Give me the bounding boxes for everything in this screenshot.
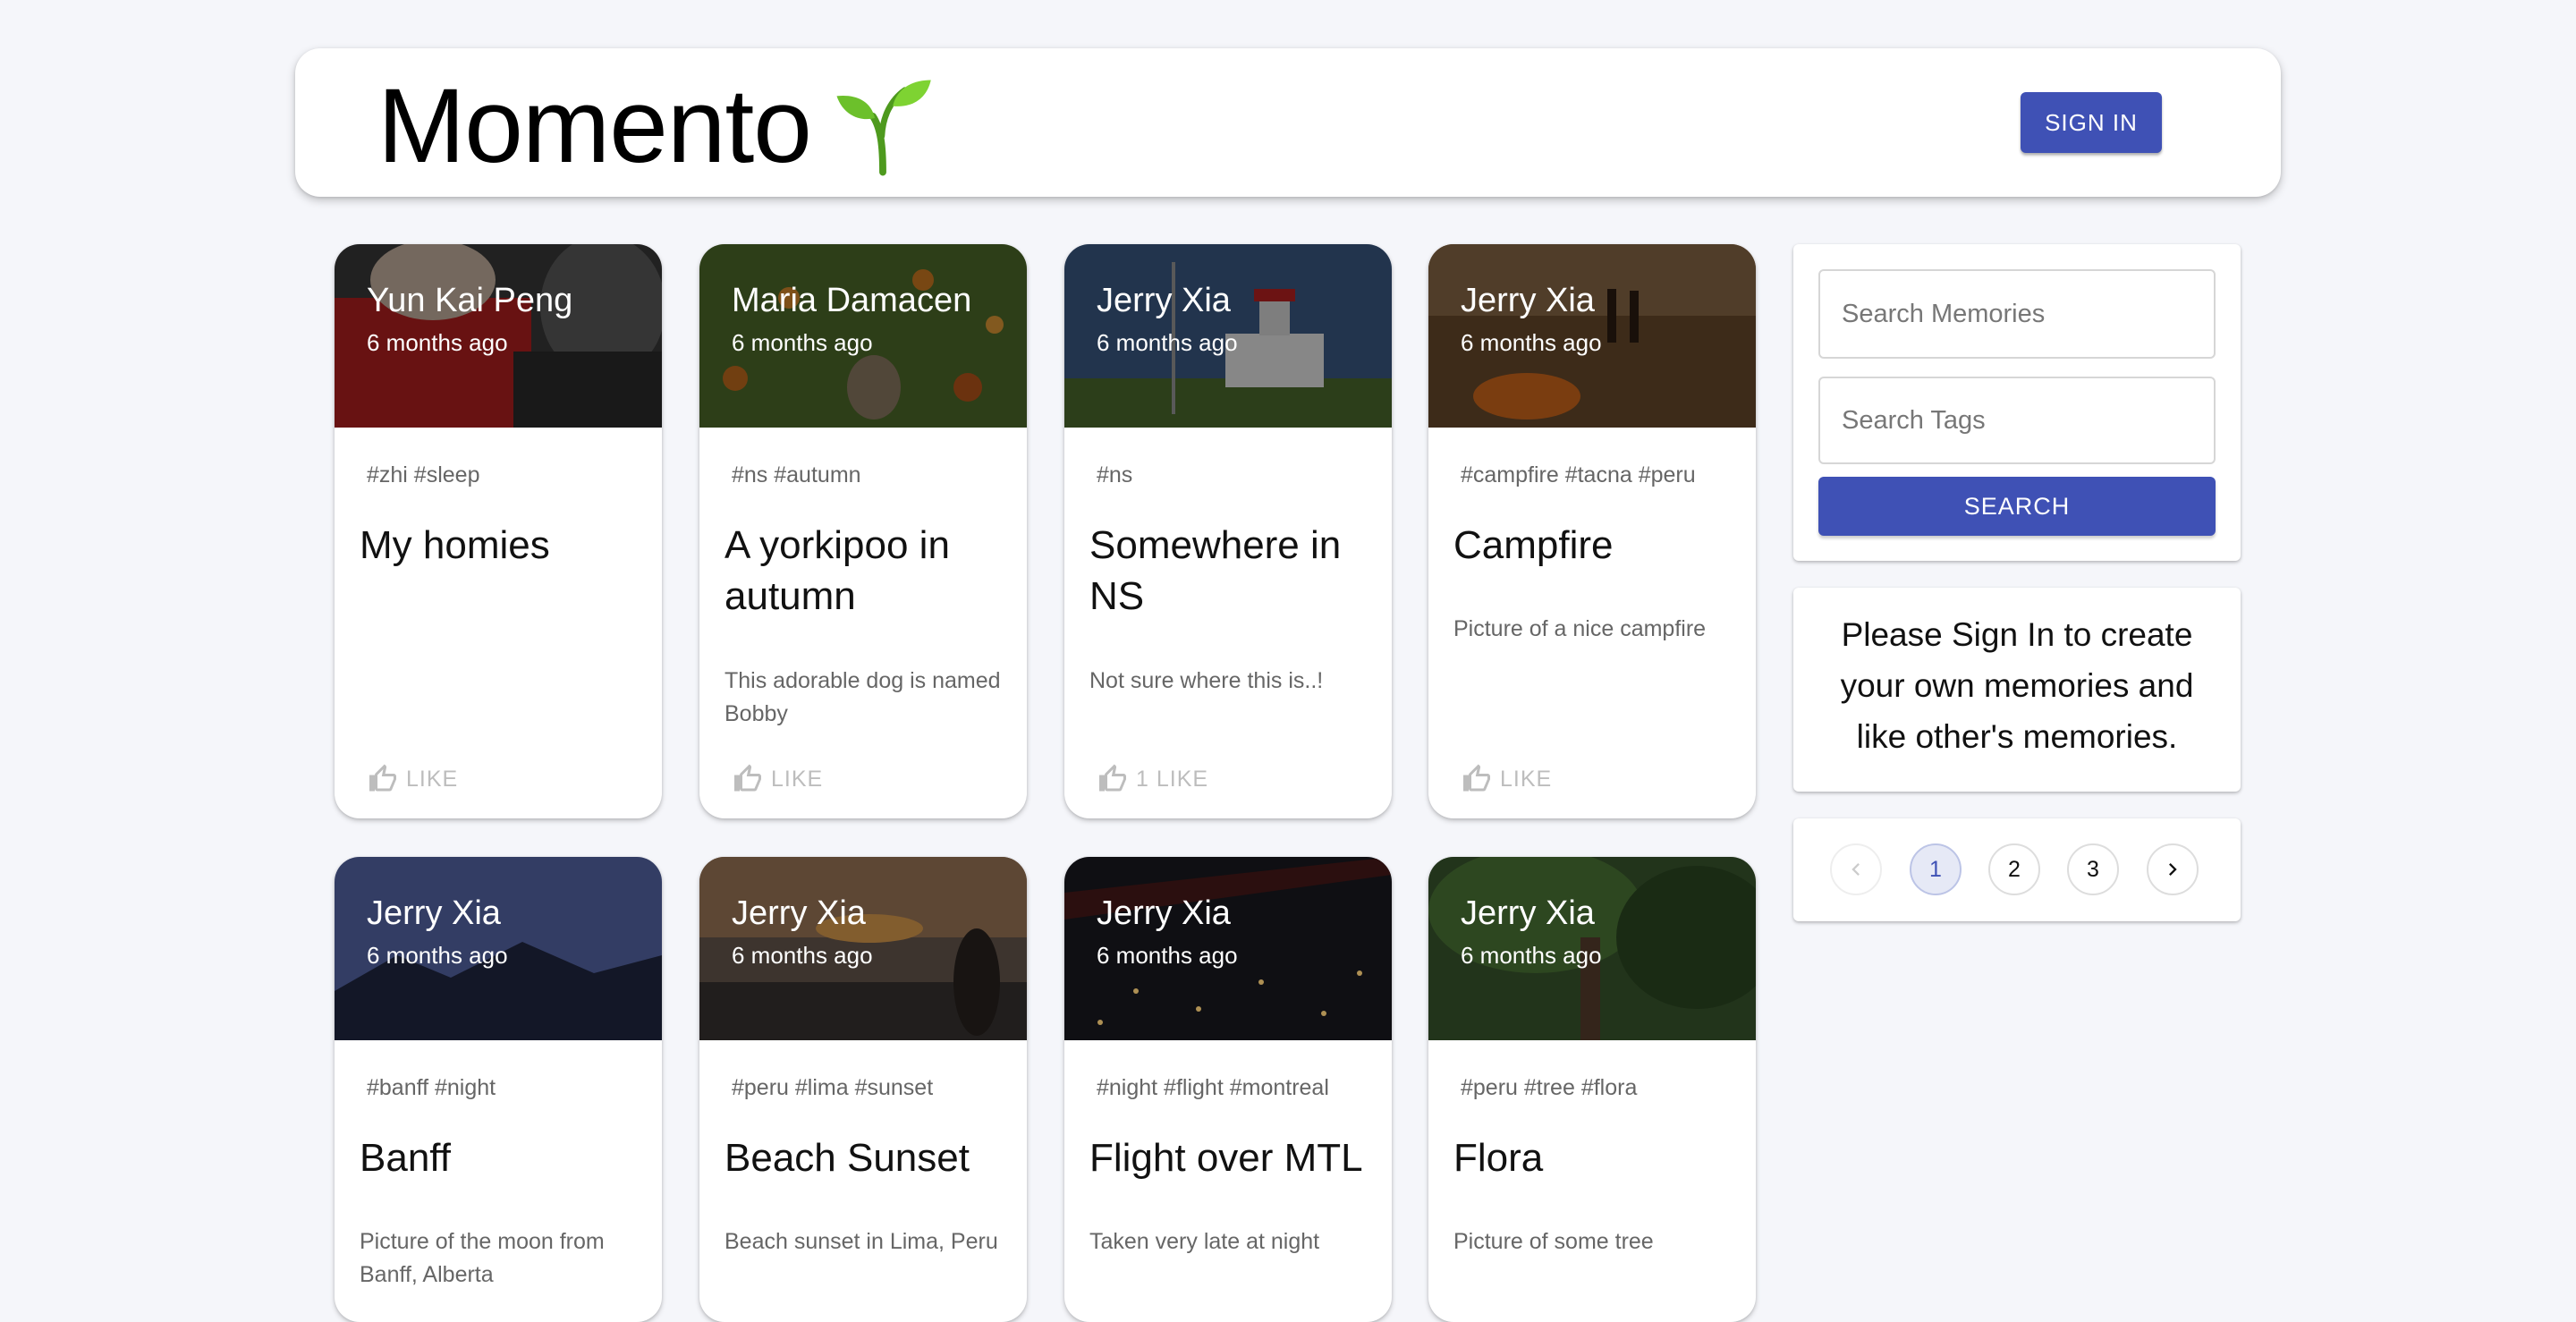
card-creator: Yun Kai Peng <box>367 282 573 319</box>
card-creator: Jerry Xia <box>1097 894 1231 932</box>
card-tags: #peru #lima #sunset <box>732 1075 934 1100</box>
memory-card[interactable]: Jerry Xia 6 months ago #ns Somewhere in … <box>1064 244 1392 818</box>
search-memories-input[interactable] <box>1818 269 2216 359</box>
memory-card[interactable]: Yun Kai Peng 6 months ago #zhi #sleep My… <box>335 244 662 818</box>
card-creator: Jerry Xia <box>1461 282 1595 319</box>
card-creator: Jerry Xia <box>367 894 501 932</box>
like-button[interactable]: LIKE <box>1461 763 1552 795</box>
like-button[interactable]: LIKE <box>732 763 823 795</box>
card-message: Picture of the moon from Banff, Alberta <box>360 1229 605 1287</box>
previous-page-button[interactable] <box>1830 843 1882 895</box>
memory-card[interactable]: Jerry Xia 6 months ago #peru #lima #suns… <box>699 857 1027 1322</box>
card-tags: #ns <box>1097 462 1133 487</box>
card-creator: Jerry Xia <box>732 894 866 932</box>
card-message: This adorable dog is named Bobby <box>724 668 1001 726</box>
search-panel: SEARCH <box>1793 244 2241 561</box>
app-bar: Momento SIGN IN <box>295 48 2281 197</box>
brand[interactable]: Momento <box>377 68 933 184</box>
card-message: Beach sunset in Lima, Peru <box>724 1229 998 1254</box>
card-timestamp: 6 months ago <box>367 329 508 356</box>
memory-card[interactable]: Jerry Xia 6 months ago #peru #tree #flor… <box>1428 857 1756 1322</box>
like-label: LIKE <box>771 766 824 792</box>
page-button-1[interactable]: 1 <box>1910 843 1962 895</box>
sign-in-button[interactable]: SIGN IN <box>2021 92 2162 153</box>
card-timestamp: 6 months ago <box>732 329 873 356</box>
card-tags: #ns #autumn <box>732 462 861 487</box>
page-button-3[interactable]: 3 <box>2067 843 2119 895</box>
like-button[interactable]: LIKE <box>367 763 458 795</box>
card-tags: #night #flight #montreal <box>1097 1075 1329 1100</box>
thumb-up-outline-icon <box>1463 764 1490 792</box>
card-tags: #peru #tree #flora <box>1461 1075 1638 1100</box>
next-page-button[interactable] <box>2147 843 2199 895</box>
card-tags: #zhi #sleep <box>367 462 480 487</box>
chevron-right-icon <box>2169 863 2177 876</box>
memory-card[interactable]: Maria Damacen 6 months ago #ns #autumn A… <box>699 244 1027 818</box>
card-creator: Jerry Xia <box>1097 282 1231 319</box>
card-title: Flight over MTL <box>1089 1136 1363 1180</box>
card-tags: #banff #night <box>367 1075 496 1100</box>
card-title: Beach Sunset <box>724 1136 970 1180</box>
card-timestamp: 6 months ago <box>1461 942 1602 969</box>
like-label: LIKE <box>406 766 459 792</box>
card-timestamp: 6 months ago <box>732 942 873 969</box>
sign-in-prompt-panel: Please Sign In to create your own memori… <box>1793 588 2241 792</box>
memory-card[interactable]: Jerry Xia 6 months ago #banff #night Ban… <box>335 857 662 1322</box>
card-title: A yorkipoo in autumn <box>724 523 950 618</box>
card-timestamp: 6 months ago <box>367 942 508 969</box>
brand-title: Momento <box>377 67 812 185</box>
card-title: Campfire <box>1453 523 1614 567</box>
card-title: Somewhere in NS <box>1089 523 1342 618</box>
sprout-icon <box>836 80 931 176</box>
card-title: My homies <box>360 523 550 567</box>
page-button-2[interactable]: 2 <box>1988 843 2040 895</box>
card-message: Picture of some tree <box>1453 1229 1654 1254</box>
like-label: 1 LIKE <box>1136 766 1209 792</box>
thumb-up-outline-icon <box>1099 764 1126 792</box>
card-timestamp: 6 months ago <box>1097 329 1238 356</box>
card-message: Taken very late at night <box>1089 1229 1320 1254</box>
card-creator: Jerry Xia <box>1461 894 1595 932</box>
chevron-left-icon <box>1852 863 1860 876</box>
search-tags-input[interactable] <box>1818 377 2216 464</box>
sign-in-prompt-text: Please Sign In to create your own memori… <box>1840 616 2194 755</box>
card-creator: Maria Damacen <box>732 282 972 319</box>
card-timestamp: 6 months ago <box>1461 329 1602 356</box>
search-button[interactable]: SEARCH <box>1818 477 2216 536</box>
memory-card[interactable]: Jerry Xia 6 months ago #night #flight #m… <box>1064 857 1392 1322</box>
thumb-up-outline-icon <box>734 764 761 792</box>
pagination-panel: 1 2 3 <box>1793 818 2241 921</box>
thumb-up-outline-icon <box>369 764 396 792</box>
card-timestamp: 6 months ago <box>1097 942 1238 969</box>
like-button[interactable]: 1 LIKE <box>1097 763 1208 795</box>
memory-card[interactable]: Jerry Xia 6 months ago #campfire #tacna … <box>1428 244 1756 818</box>
card-title: Banff <box>360 1136 451 1180</box>
card-message-text: Picture of a nice campfire <box>1453 616 1707 641</box>
card-tags: #campfire #tacna #peru <box>1461 462 1696 487</box>
card-message: Not sure where this is..! <box>1089 668 1324 693</box>
like-label: LIKE <box>1500 766 1553 792</box>
card-title: Flora <box>1453 1136 1544 1180</box>
